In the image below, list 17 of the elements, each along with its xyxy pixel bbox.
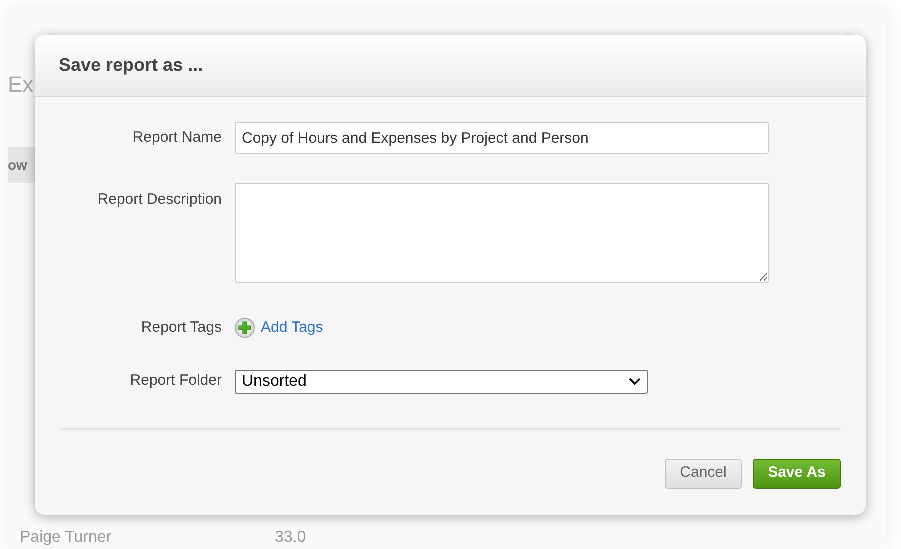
textarea-field[interactable] <box>235 183 769 283</box>
folder-select[interactable]: Unsorted <box>235 370 648 394</box>
field-label: Report Tags <box>141 319 222 336</box>
field-label: Report Name <box>132 128 222 146</box>
chevron-down-icon <box>629 378 641 386</box>
section-bar-label: ow <box>8 156 28 174</box>
input-field[interactable]: Copy of Hours and Expenses by Project and Person <box>235 122 769 154</box>
table-cell-text: 33.0 <box>275 528 306 548</box>
dialog-title: Save report as ... <box>59 54 204 77</box>
field-label: Report Description <box>98 191 222 208</box>
save-as-button[interactable]: Save As <box>753 458 841 488</box>
plus-icon[interactable] <box>235 318 255 338</box>
field-label: Report Folder <box>130 372 222 390</box>
add-tags-link[interactable]: Add Tags <box>261 317 324 340</box>
table-cell-text: Paige Turner <box>20 528 113 548</box>
page-heading: Ex <box>8 72 34 97</box>
cancel-button[interactable]: Cancel <box>665 458 742 488</box>
